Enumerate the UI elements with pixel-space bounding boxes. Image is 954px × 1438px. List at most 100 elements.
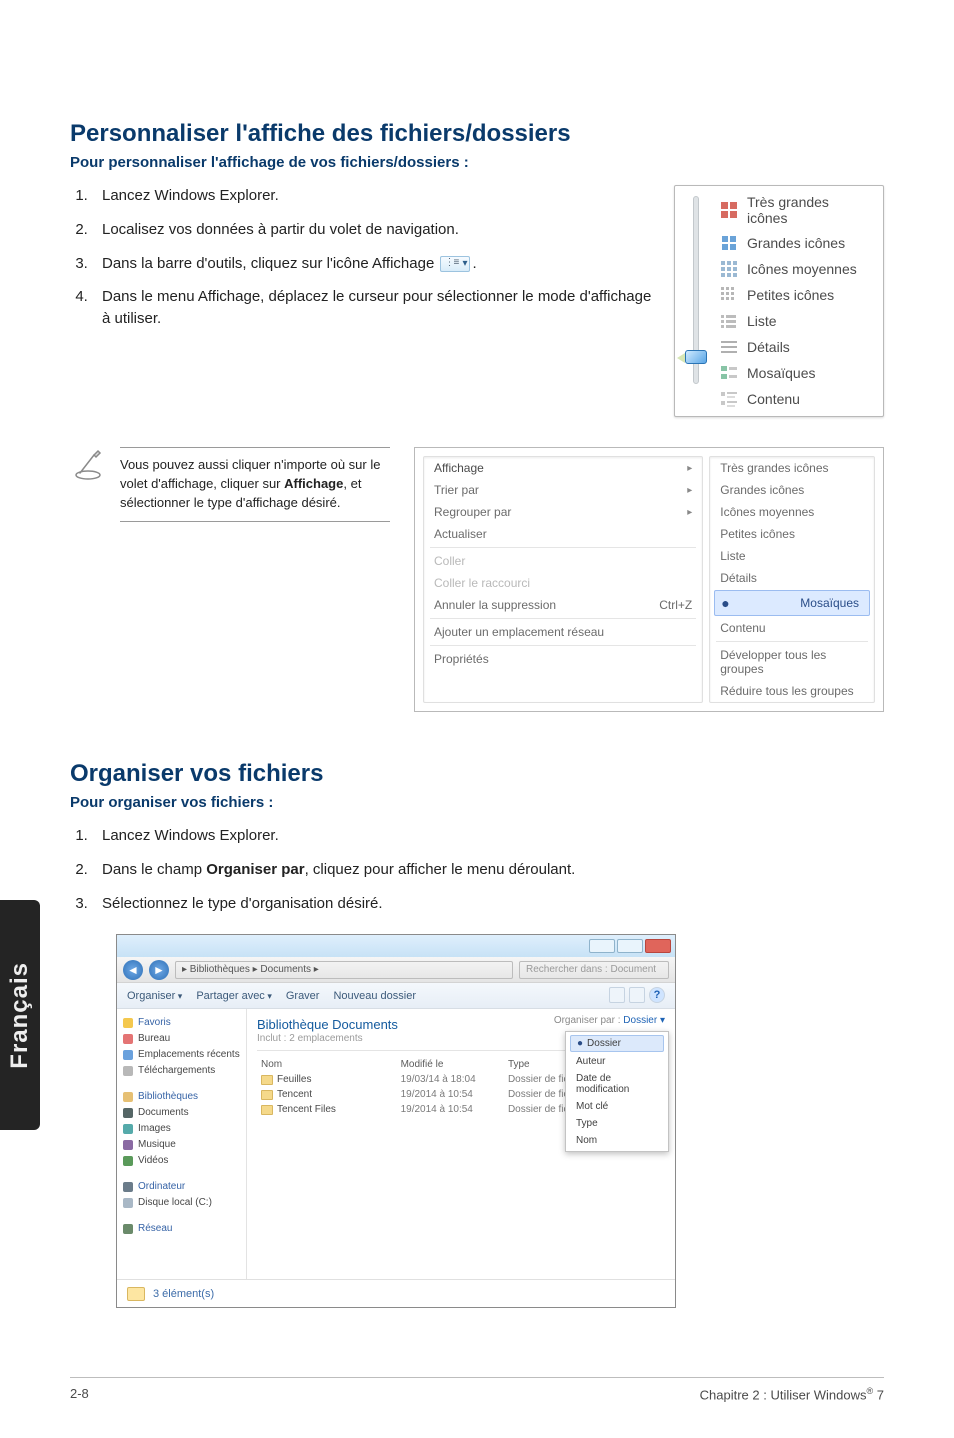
tiles-grid-icon	[719, 260, 739, 278]
ctx-coller: Coller	[424, 550, 702, 572]
ctxr-item[interactable]: Petites icônes	[710, 523, 874, 545]
ctxr-item[interactable]: Grandes icônes	[710, 479, 874, 501]
ctxr-item[interactable]: Liste	[710, 545, 874, 567]
max-button[interactable]	[617, 939, 643, 953]
ctxr-item[interactable]: Très grandes icônes	[710, 457, 874, 479]
ctx-actualiser[interactable]: Actualiser	[424, 523, 702, 545]
ctxr-item[interactable]: Développer tous les groupes	[710, 644, 874, 680]
square-icon	[123, 1092, 133, 1102]
view-item-label: Très grandes icônes	[747, 194, 873, 226]
close-button[interactable]	[645, 939, 671, 953]
square-icon	[123, 1182, 133, 1192]
step-3: Dans la barre d'outils, cliquez sur l'ic…	[92, 253, 656, 275]
ctxr-item[interactable]: Détails	[710, 567, 874, 589]
sidebar-item[interactable]: Téléchargements	[138, 1065, 215, 1076]
view-item-content[interactable]: Contenu	[713, 386, 879, 412]
row-date: 19/2014 à 10:54	[397, 1087, 504, 1102]
status-text: 3 élément(s)	[153, 1288, 214, 1300]
tb-nouveau[interactable]: Nouveau dossier	[333, 990, 416, 1002]
dropdown-item[interactable]: Type	[566, 1115, 668, 1132]
page-number: 2-8	[70, 1386, 89, 1402]
window-titlebar	[117, 935, 675, 957]
sidebar-item[interactable]: Favoris	[138, 1017, 171, 1028]
ctxr-item[interactable]: Réduire tous les groupes	[710, 680, 874, 702]
help-icon[interactable]: ?	[649, 987, 665, 1003]
view-item-list[interactable]: Liste	[713, 308, 879, 334]
ctx-proprietes[interactable]: Propriétés	[424, 648, 702, 670]
view-item-label: Grandes icônes	[747, 235, 845, 251]
sidebar-item[interactable]: Emplacements récents	[138, 1049, 240, 1060]
tiles-blue-icon	[719, 234, 739, 252]
dropdown-item[interactable]: ●Dossier	[570, 1035, 664, 1052]
view-item-label: Mosaïques	[747, 365, 815, 381]
organize-dropdown: ●Dossier Auteur Date de modification Mot…	[565, 1031, 669, 1152]
view-item-label: Contenu	[747, 391, 800, 407]
view-slider[interactable]	[679, 190, 713, 412]
nav-bar: ◄ ► ▸ Bibliothèques ▸ Documents ▸ Recher…	[117, 957, 675, 983]
sidebar-item[interactable]: Bureau	[138, 1033, 170, 1044]
view-size-menu: Très grandes icônes Grandes icônes Icône…	[674, 185, 884, 417]
tb-partager[interactable]: Partager avec	[196, 990, 272, 1002]
view-item-md[interactable]: Icônes moyennes	[713, 256, 879, 282]
ctxr-mosaiques[interactable]: ●Mosaïques	[714, 590, 870, 616]
row-date: 19/03/14 à 18:04	[397, 1072, 504, 1087]
search-input[interactable]: Rechercher dans : Document	[519, 961, 669, 979]
step-2: Localisez vos données à partir du volet …	[92, 219, 656, 241]
status-bar: 3 élément(s)	[117, 1279, 675, 1307]
dropdown-item[interactable]: Auteur	[566, 1053, 668, 1070]
col-date[interactable]: Modifié le	[397, 1057, 504, 1072]
section2-steps: Lancez Windows Explorer. Dans le champ O…	[70, 825, 884, 914]
sidebar: Favoris Bureau Emplacements récents Télé…	[117, 1009, 247, 1279]
col-name[interactable]: Nom	[257, 1057, 397, 1072]
folder-icon	[261, 1090, 273, 1100]
view-icon[interactable]	[609, 987, 625, 1003]
sidebar-item[interactable]: Réseau	[138, 1223, 172, 1234]
address-bar[interactable]: ▸ Bibliothèques ▸ Documents ▸	[175, 961, 513, 979]
sidebar-item[interactable]: Bibliothèques	[138, 1091, 198, 1102]
preview-icon[interactable]	[629, 987, 645, 1003]
forward-button[interactable]: ►	[149, 960, 169, 980]
ctx-affichage[interactable]: Affichage▸	[424, 457, 702, 479]
ctx-ajouter[interactable]: Ajouter un emplacement réseau	[424, 621, 702, 643]
step-3-suffix: .	[472, 255, 476, 272]
sidebar-item[interactable]: Disque local (C:)	[138, 1197, 212, 1208]
ctx-trier[interactable]: Trier par▸	[424, 479, 702, 501]
view-item-details[interactable]: Détails	[713, 334, 879, 360]
view-item-lg[interactable]: Grandes icônes	[713, 230, 879, 256]
dropdown-item[interactable]: Date de modification	[566, 1070, 668, 1098]
ctxr-item[interactable]: Contenu	[710, 617, 874, 639]
dropdown-item[interactable]: Mot clé	[566, 1098, 668, 1115]
sidebar-item[interactable]: Images	[138, 1123, 171, 1134]
row-name[interactable]: Tencent	[257, 1087, 397, 1102]
ctx-regrouper[interactable]: Regrouper par▸	[424, 501, 702, 523]
sidebar-item[interactable]: Ordinateur	[138, 1181, 185, 1192]
square-icon	[123, 1156, 133, 1166]
ctx-annuler[interactable]: Annuler la suppressionCtrl+Z	[424, 594, 702, 616]
organize-by[interactable]: Organiser par : Dossier ▾	[554, 1015, 665, 1026]
slider-thumb[interactable]	[685, 350, 707, 364]
explorer-window: ◄ ► ▸ Bibliothèques ▸ Documents ▸ Recher…	[116, 934, 676, 1308]
row-name[interactable]: Feuilles	[257, 1072, 397, 1087]
square-icon	[123, 1050, 133, 1060]
tb-organiser[interactable]: Organiser	[127, 990, 182, 1002]
chapter-label: Chapitre 2 : Utiliser Windows® 7	[700, 1386, 884, 1402]
sidebar-item[interactable]: Documents	[138, 1107, 189, 1118]
min-button[interactable]	[589, 939, 615, 953]
view-item-mosaic[interactable]: Mosaïques	[713, 360, 879, 386]
view-item-xl[interactable]: Très grandes icônes	[713, 190, 879, 230]
back-button[interactable]: ◄	[123, 960, 143, 980]
s2-step-2: Dans le champ Organiser par, cliquez pou…	[92, 859, 884, 881]
sidebar-item[interactable]: Musique	[138, 1139, 176, 1150]
row-name[interactable]: Tencent Files	[257, 1102, 397, 1117]
ctxr-item[interactable]: Icônes moyennes	[710, 501, 874, 523]
square-icon	[123, 1124, 133, 1134]
step-4: Dans le menu Affichage, déplacez le curs…	[92, 286, 656, 330]
view-toolbar-icon	[440, 256, 470, 272]
view-item-label: Liste	[747, 313, 777, 329]
tb-graver[interactable]: Graver	[286, 990, 320, 1002]
sidebar-item[interactable]: Vidéos	[138, 1155, 168, 1166]
view-item-sm[interactable]: Petites icônes	[713, 282, 879, 308]
step-1: Lancez Windows Explorer.	[92, 185, 656, 207]
dropdown-item[interactable]: Nom	[566, 1132, 668, 1149]
square-icon	[123, 1224, 133, 1234]
